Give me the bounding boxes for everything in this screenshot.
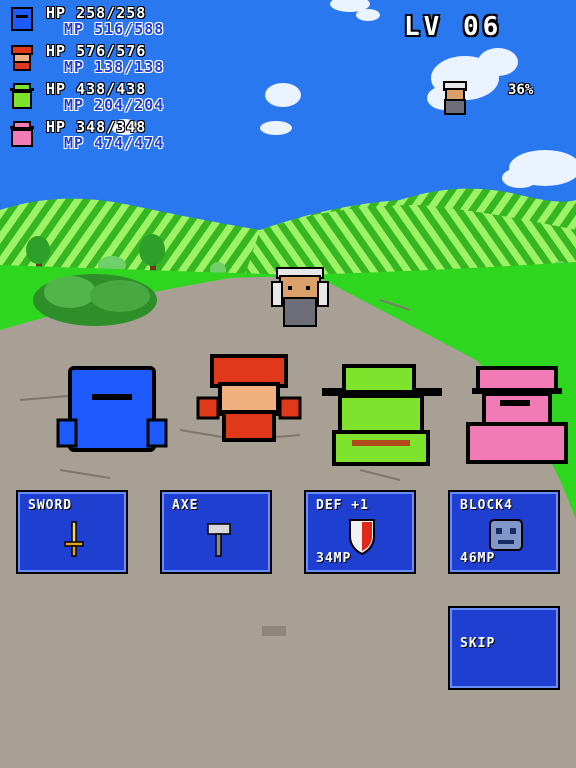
block-label: BLOCK4 bbox=[460, 498, 513, 513]
hero-blue-sprite bbox=[56, 366, 168, 452]
blue-hero-portrait-icon bbox=[11, 7, 33, 31]
axe-icon bbox=[207, 523, 231, 557]
def-cost: 34MP bbox=[316, 551, 352, 566]
block-cost: 46MP bbox=[460, 551, 496, 566]
sword-icon bbox=[64, 521, 84, 557]
def-label: DEF +1 bbox=[316, 498, 369, 513]
skip-label: SKIP bbox=[460, 636, 496, 651]
block-icon bbox=[489, 519, 523, 551]
def-button[interactable]: DEF +1 34MP bbox=[304, 490, 416, 574]
shield-icon bbox=[349, 519, 375, 556]
sword-label: SWORD bbox=[28, 498, 73, 513]
green-hero-portrait-icon bbox=[10, 83, 34, 109]
sword-button[interactable]: SWORD bbox=[16, 490, 128, 574]
party-status-blue: HP 258/258 MP 516/588 bbox=[6, 4, 246, 38]
party-status-pink: HP 348/348 MP 474/474 bbox=[6, 118, 246, 152]
axe-button[interactable]: AXE bbox=[160, 490, 272, 574]
mp-text: MP 138/138 bbox=[64, 58, 165, 76]
party-status-red: HP 576/576 MP 138/138 bbox=[6, 42, 246, 76]
axe-label: AXE bbox=[172, 498, 199, 513]
mp-text: MP 516/588 bbox=[64, 20, 165, 38]
bush bbox=[33, 274, 157, 326]
pink-hero-portrait-icon bbox=[10, 121, 34, 147]
enemy-portrait-icon bbox=[443, 81, 467, 115]
mp-text: MP 474/474 bbox=[64, 134, 165, 152]
skip-button[interactable]: SKIP bbox=[448, 606, 560, 690]
mp-text: MP 204/204 bbox=[64, 96, 165, 114]
party-status-green: HP 438/438 MP 204/204 bbox=[6, 80, 246, 114]
hero-pink-sprite bbox=[466, 366, 568, 464]
red-hero-portrait-icon bbox=[11, 45, 33, 71]
block-button[interactable]: BLOCK4 46MP bbox=[448, 490, 560, 574]
level-indicator: LV 06 bbox=[404, 12, 503, 42]
enemy-percent: 36% bbox=[508, 82, 534, 98]
